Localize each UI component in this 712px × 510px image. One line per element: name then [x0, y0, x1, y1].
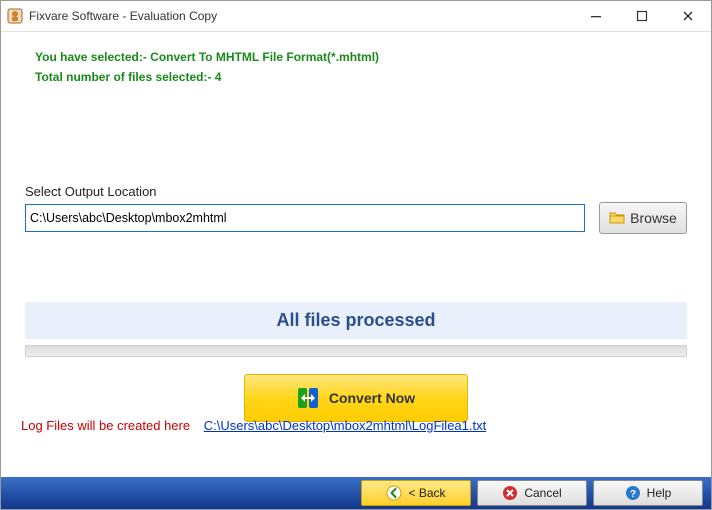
- client-area: You have selected:- Convert To MHTML Fil…: [1, 32, 711, 477]
- minimize-button[interactable]: [573, 1, 619, 31]
- output-location-label: Select Output Location: [25, 184, 157, 199]
- progress-bar: [25, 345, 687, 357]
- file-count-text: Total number of files selected:- 4: [35, 70, 691, 84]
- cancel-icon: [502, 485, 518, 501]
- status-area: All files processed: [25, 302, 687, 357]
- app-icon: [7, 8, 23, 24]
- footer: < Back Cancel ? Help: [1, 477, 711, 509]
- back-button-label: < Back: [408, 486, 445, 500]
- log-label: Log Files will be created here: [21, 418, 190, 433]
- output-path-row: Browse: [25, 202, 687, 234]
- maximize-button[interactable]: [619, 1, 665, 31]
- app-window: Fixvare Software - Evaluation Copy You h…: [0, 0, 712, 510]
- convert-now-label: Convert Now: [329, 390, 415, 406]
- convert-now-button[interactable]: Convert Now: [244, 374, 468, 422]
- browse-button-label: Browse: [630, 210, 677, 226]
- cancel-button[interactable]: Cancel: [477, 480, 587, 506]
- help-button-label: Help: [647, 486, 672, 500]
- back-button[interactable]: < Back: [361, 480, 471, 506]
- selected-format-text: You have selected:- Convert To MHTML Fil…: [35, 50, 691, 64]
- convert-row: Convert Now: [1, 374, 711, 422]
- titlebar: Fixvare Software - Evaluation Copy: [1, 1, 711, 32]
- close-button[interactable]: [665, 1, 711, 31]
- svg-text:?: ?: [630, 489, 636, 500]
- status-message: All files processed: [25, 302, 687, 339]
- log-row: Log Files will be created here C:\Users\…: [21, 418, 486, 433]
- help-button[interactable]: ? Help: [593, 480, 703, 506]
- folder-icon: [609, 210, 625, 226]
- log-file-link[interactable]: C:\Users\abc\Desktop\mbox2mhtml\LogFilea…: [204, 418, 487, 433]
- back-arrow-icon: [386, 485, 402, 501]
- output-path-input[interactable]: [25, 204, 585, 232]
- help-icon: ?: [625, 485, 641, 501]
- cancel-button-label: Cancel: [524, 486, 561, 500]
- browse-button[interactable]: Browse: [599, 202, 687, 234]
- window-title: Fixvare Software - Evaluation Copy: [29, 9, 217, 23]
- convert-icon: [297, 387, 319, 409]
